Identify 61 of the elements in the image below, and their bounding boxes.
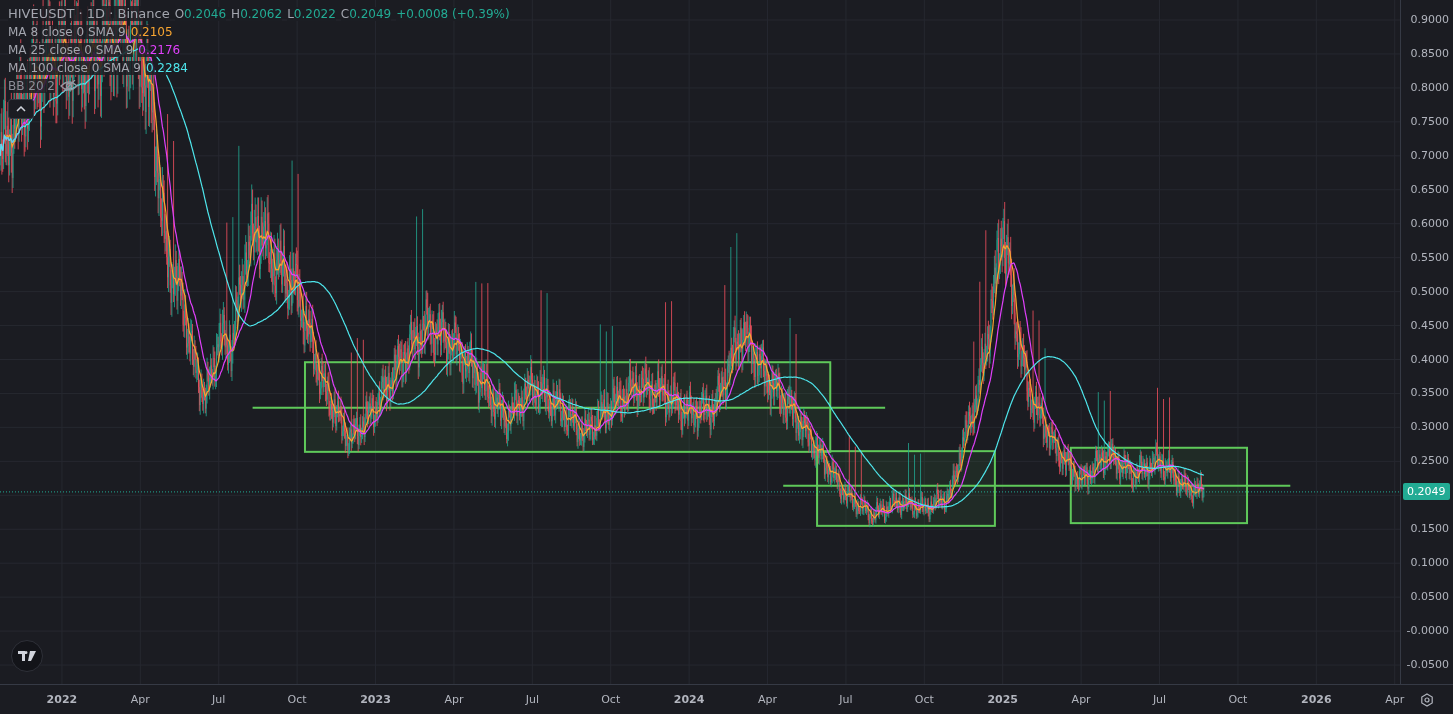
indicator-name: MA 8 close 0 SMA 9 [8, 25, 126, 39]
ohlc-value: 0.2062 [240, 6, 283, 21]
logo-icon [18, 651, 36, 661]
price-label: 0.1000 [1410, 556, 1449, 570]
eye-off-icon[interactable] [60, 79, 78, 93]
date-label: Jul [212, 693, 226, 706]
price-label: 0.2500 [1410, 454, 1449, 468]
price-label: 0.4500 [1410, 318, 1449, 332]
date-label: Oct [287, 693, 307, 706]
price-label: -0.0000 [1406, 624, 1449, 638]
indicator-value: 0.2105 [130, 25, 173, 39]
date-label: Oct [601, 693, 621, 706]
price-label: 0.5500 [1410, 250, 1449, 264]
ohlc-label: H [231, 6, 241, 21]
date-label: Apr [1385, 693, 1405, 706]
ohlc-label: C [340, 6, 350, 21]
collapse-button[interactable] [8, 99, 34, 119]
settings-icon[interactable] [1420, 692, 1434, 707]
ohlc-value: 0.2046 [184, 6, 227, 21]
indicator-name: BB 20 2 [8, 79, 55, 93]
indicator-value: 0.2176 [138, 43, 181, 57]
date-label: Oct [1228, 693, 1248, 706]
price-label: 0.7000 [1410, 148, 1449, 162]
date-label: Apr [130, 693, 150, 706]
price-label: 0.6000 [1410, 216, 1449, 230]
current-price-tag: 0.2049 [1403, 482, 1450, 500]
price-label: 0.1500 [1410, 522, 1449, 536]
price-label: -0.0500 [1406, 658, 1449, 672]
indicator-name: MA 100 close 0 SMA 9 [8, 61, 141, 75]
price-label: 0.4000 [1410, 352, 1449, 366]
price-label: 0.8500 [1410, 46, 1449, 60]
date-label: Jul [839, 693, 853, 706]
price-label: 0.3000 [1410, 420, 1449, 434]
ohlc-label: L [287, 6, 294, 21]
date-label: Jul [525, 693, 539, 706]
ohlc-label: O [174, 6, 185, 21]
price-label: 0.0500 [1410, 590, 1449, 604]
price-label: 0.9000 [1410, 13, 1449, 26]
date-label: 2024 [673, 693, 705, 706]
chevron-up-icon [16, 106, 26, 112]
date-label: Oct [914, 693, 934, 706]
price-label: 0.3500 [1410, 386, 1449, 400]
date-label: 2023 [360, 693, 391, 706]
date-label: 2022 [46, 693, 78, 706]
ohlc-value: 0.2049 [349, 6, 392, 21]
date-label: Apr [758, 693, 778, 706]
price-label: 0.6500 [1410, 182, 1449, 196]
date-label: Apr [1071, 693, 1091, 706]
logo[interactable] [11, 640, 43, 672]
ohlc-value: 0.2022 [293, 6, 336, 21]
price-label: 0.5000 [1410, 284, 1449, 298]
date-label: Apr [444, 693, 464, 706]
indicator-value: 0.2284 [145, 61, 188, 75]
date-label: 2026 [1301, 693, 1332, 706]
price-label: 0.8000 [1410, 80, 1449, 94]
date-label: Jul [1152, 693, 1167, 706]
symbol-title: HIVEUSDT · 1D · Binance [8, 6, 170, 21]
indicator-name: MA 25 close 0 SMA 9 [8, 43, 134, 57]
price-change: +0.0008 (+0.39%) [396, 6, 510, 21]
date-label: 2025 [987, 693, 1019, 706]
price-label: 0.7500 [1410, 114, 1449, 128]
